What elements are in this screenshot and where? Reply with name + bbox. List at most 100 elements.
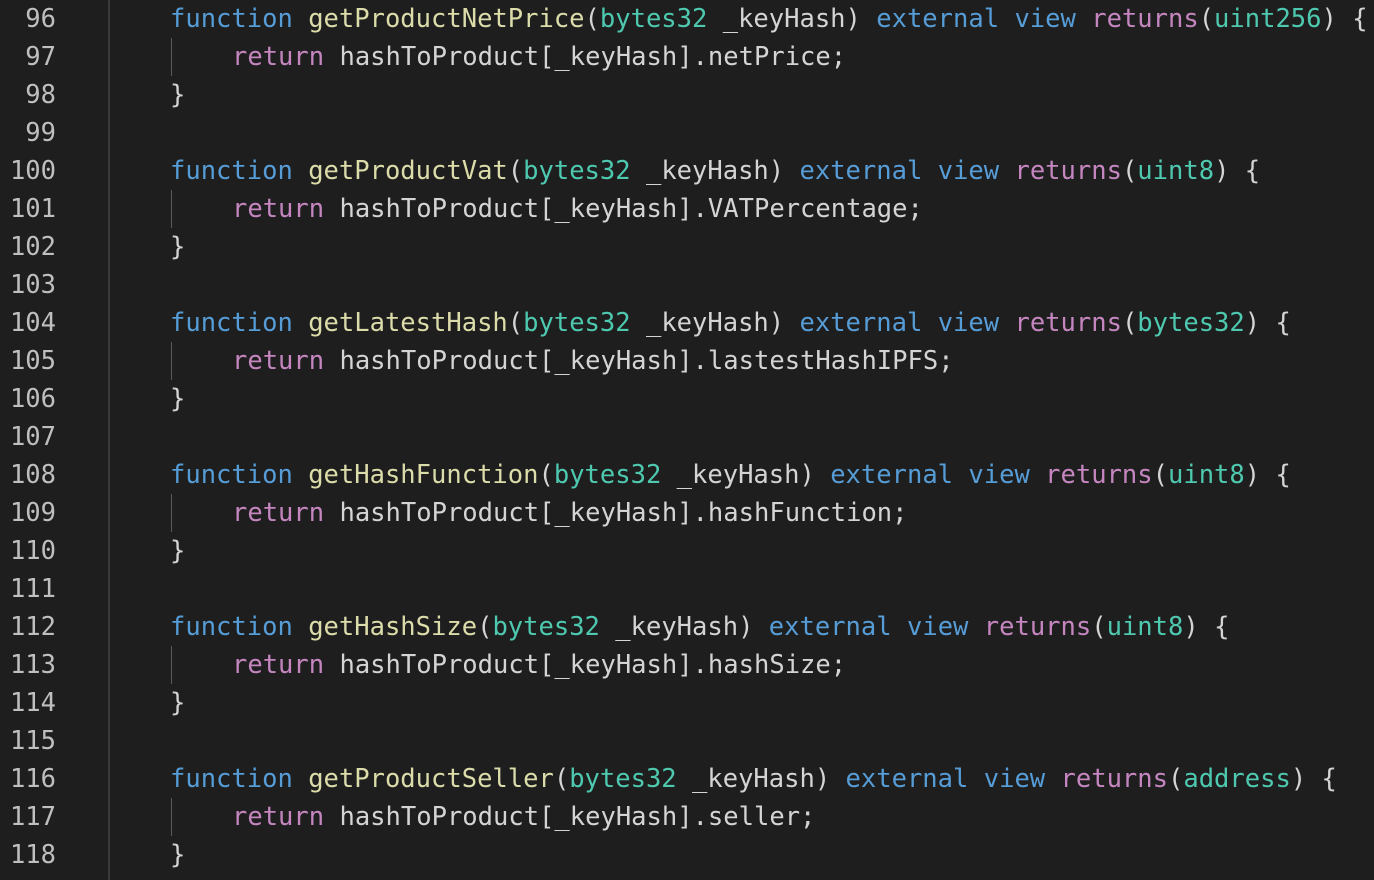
code-line[interactable]: 105 return hashToProduct[_keyHash].lastes…	[0, 342, 1374, 380]
line-number: 112	[9, 612, 56, 642]
code-line[interactable]: 116 function getProductSeller(bytes32 _ke…	[0, 760, 1374, 798]
param-type: bytes32	[599, 4, 708, 34]
line-number: 106	[9, 384, 56, 414]
code-line[interactable]: 97 return hashToProduct[_keyHash].netPric…	[0, 38, 1374, 76]
punctuation: ) {	[1214, 156, 1261, 186]
punctuation: (	[1152, 460, 1168, 490]
punctuation: (	[1121, 308, 1138, 338]
code-line[interactable]: 118}	[0, 836, 1374, 874]
function-declaration: function getHashFunction(bytes32 _keyHas…	[170, 460, 1291, 490]
indent-guide	[171, 38, 172, 76]
code-line[interactable]: 110}	[0, 532, 1374, 570]
param-type: bytes32	[553, 460, 662, 490]
code-line[interactable]: 114}	[0, 684, 1374, 722]
function-name: getHashSize	[308, 612, 478, 642]
keyword-return: return	[232, 346, 325, 376]
indent-guide	[171, 342, 172, 380]
code-line[interactable]: 103	[0, 266, 1374, 304]
param-type: bytes32	[569, 764, 677, 794]
return-type: uint256	[1214, 4, 1322, 34]
code-line[interactable]: 108 function getHashFunction(bytes32 _key…	[0, 456, 1374, 494]
function-name: getProductSeller	[308, 764, 554, 794]
keyword-function: function	[170, 308, 293, 338]
code-line[interactable]: 115	[0, 722, 1374, 760]
punctuation: ) {	[1244, 460, 1291, 490]
keyword-view: view	[906, 612, 969, 642]
return-expression: hashToProduct[_keyHash].netPrice;	[324, 42, 847, 72]
line-number: 115	[9, 726, 56, 756]
indent-guide	[171, 494, 172, 532]
return-type: uint8	[1137, 156, 1215, 186]
line-number: 113	[9, 650, 56, 680]
punctuation: ) {	[1290, 764, 1337, 794]
keyword-function: function	[170, 156, 293, 186]
closing-brace: }	[170, 80, 186, 110]
code-line[interactable]: 104 function getLatestHash(bytes32 _keyHa…	[0, 304, 1374, 342]
return-expression: hashToProduct[_keyHash].lastestHashIPFS;	[324, 346, 954, 376]
return-type: address	[1183, 764, 1291, 794]
line-number: 114	[9, 688, 56, 718]
keyword-external: external	[799, 308, 923, 338]
closing-brace: }	[170, 232, 186, 262]
keyword-view: view	[1014, 4, 1076, 34]
param-name: _keyHash)	[599, 612, 769, 642]
keyword-return: return	[232, 194, 325, 224]
line-number: 107	[9, 422, 56, 452]
line-number: 96	[25, 4, 56, 34]
code-line[interactable]: 111	[0, 570, 1374, 608]
code-line[interactable]: 109 return hashToProduct[_keyHash].hashFu…	[0, 494, 1374, 532]
return-expression: hashToProduct[_keyHash].seller;	[324, 802, 816, 832]
punctuation: ) {	[1321, 4, 1368, 34]
keyword-function: function	[170, 764, 293, 794]
code-editor[interactable]: 96 function getProductNetPrice(bytes32 _k…	[0, 0, 1374, 880]
return-type: uint8	[1168, 460, 1245, 490]
param-name: _keyHash)	[676, 764, 846, 794]
code-line[interactable]: 101 return hashToProduct[_keyHash].VATPer…	[0, 190, 1374, 228]
keyword-external: external	[845, 764, 969, 794]
punctuation: ) {	[1244, 308, 1291, 338]
param-name: _keyHash)	[630, 156, 800, 186]
punctuation: (	[1091, 612, 1107, 642]
keyword-view: view	[937, 308, 1000, 338]
line-number: 97	[25, 42, 56, 72]
keyword-return: return	[232, 42, 325, 72]
closing-brace: }	[170, 536, 186, 566]
code-line[interactable]: 117 return hashToProduct[_keyHash].seller…	[0, 798, 1374, 836]
line-number: 103	[9, 270, 56, 300]
keyword-external: external	[799, 156, 923, 186]
param-name: _keyHash)	[707, 4, 877, 34]
code-line[interactable]: 102}	[0, 228, 1374, 266]
code-line[interactable]: 96 function getProductNetPrice(bytes32 _k…	[0, 0, 1374, 38]
code-line[interactable]: 99	[0, 114, 1374, 152]
code-line[interactable]: 107	[0, 418, 1374, 456]
punctuation: (	[477, 612, 493, 642]
code-line[interactable]: 113 return hashToProduct[_keyHash].hashSi…	[0, 646, 1374, 684]
code-line[interactable]: 112 function getHashSize(bytes32 _keyHash…	[0, 608, 1374, 646]
code-line[interactable]: 98}	[0, 76, 1374, 114]
param-type: bytes32	[523, 156, 631, 186]
keyword-returns: returns	[1014, 308, 1122, 338]
keyword-return: return	[232, 498, 325, 528]
return-statement: return hashToProduct[_keyHash].VATPercen…	[232, 194, 923, 224]
keyword-function: function	[170, 460, 293, 490]
code-line[interactable]: 106}	[0, 380, 1374, 418]
code-line[interactable]: 100 function getProductVat(bytes32 _keyHa…	[0, 152, 1374, 190]
closing-brace: }	[170, 688, 186, 718]
line-number: 100	[9, 156, 56, 186]
keyword-view: view	[937, 156, 1000, 186]
keyword-returns: returns	[1060, 764, 1168, 794]
closing-brace: }	[170, 384, 186, 414]
param-name: _keyHash)	[630, 308, 800, 338]
return-statement: return hashToProduct[_keyHash].hashFunct…	[232, 498, 908, 528]
param-type: bytes32	[523, 308, 631, 338]
punctuation: (	[584, 4, 600, 34]
line-number: 99	[25, 118, 56, 148]
